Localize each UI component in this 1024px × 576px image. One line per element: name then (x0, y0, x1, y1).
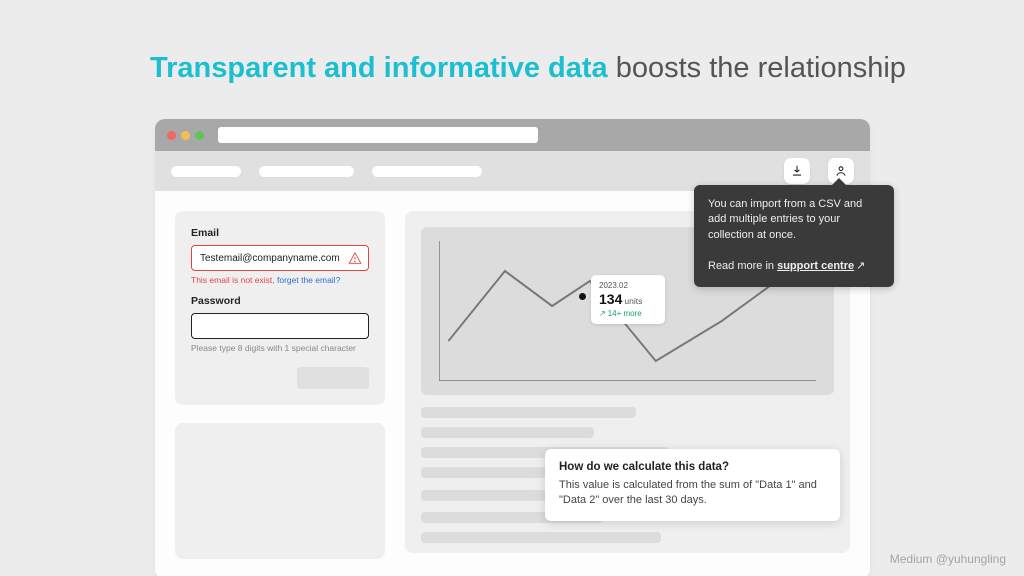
list-item (421, 532, 661, 543)
import-button[interactable] (784, 158, 810, 184)
submit-button[interactable] (297, 367, 369, 389)
external-link-icon: ↗ (856, 259, 865, 274)
user-icon (834, 164, 848, 178)
tooltip-arrow-icon (832, 178, 846, 185)
tooltip-date: 2023.02 (599, 281, 657, 291)
tooltip-trend: ↗14+ more (599, 309, 657, 319)
list-item (421, 407, 636, 418)
headline-rest: boosts the relationship (608, 52, 906, 84)
browser-titlebar (155, 119, 870, 151)
list-item (421, 427, 594, 438)
password-helper: Please type 8 digits with 1 special char… (191, 343, 369, 353)
traffic-lights (167, 131, 204, 140)
warning-icon (348, 251, 362, 265)
nav-item[interactable] (171, 166, 241, 177)
url-bar[interactable] (218, 127, 538, 143)
close-icon[interactable] (167, 131, 176, 140)
chart-datapoint[interactable] (579, 293, 586, 300)
nav-item[interactable] (372, 166, 482, 177)
email-value: Testemail@companyname.com (200, 253, 340, 264)
credit: Medium @yuhungling (890, 552, 1006, 566)
login-form: Email Testemail@companyname.com This ema… (175, 211, 385, 405)
import-tooltip: You can import from a CSV and add multip… (694, 185, 894, 287)
trend-up-icon: ↗ (599, 309, 606, 318)
headline: Transparent and informative data boosts … (150, 52, 906, 85)
chart-tooltip: 2023.02 134units ↗14+ more (591, 275, 665, 324)
nav-item[interactable] (259, 166, 354, 177)
placeholder-card (175, 423, 385, 559)
email-label: Email (191, 227, 369, 239)
info-popover: How do we calculate this data? This valu… (545, 449, 840, 521)
email-error: This email is not exist, forget the emai… (191, 275, 369, 285)
support-centre-link[interactable]: support centre (777, 260, 854, 272)
info-answer: This value is calculated from the sum of… (559, 478, 826, 509)
email-field[interactable]: Testemail@companyname.com (191, 245, 369, 271)
import-tooltip-body: You can import from a CSV and add multip… (708, 197, 880, 243)
minimize-icon[interactable] (181, 131, 190, 140)
maximize-icon[interactable] (195, 131, 204, 140)
import-tooltip-readmore: Read more in support centre ↗ (708, 259, 880, 274)
password-label: Password (191, 295, 369, 307)
password-field[interactable] (191, 313, 369, 339)
download-icon (790, 164, 804, 178)
left-column: Email Testemail@companyname.com This ema… (175, 211, 385, 559)
tooltip-value: 134 (599, 291, 622, 307)
headline-highlight: Transparent and informative data (150, 52, 608, 84)
tooltip-unit: units (624, 296, 642, 306)
info-question: How do we calculate this data? (559, 459, 826, 475)
forget-email-link[interactable]: forget the email? (277, 275, 340, 285)
